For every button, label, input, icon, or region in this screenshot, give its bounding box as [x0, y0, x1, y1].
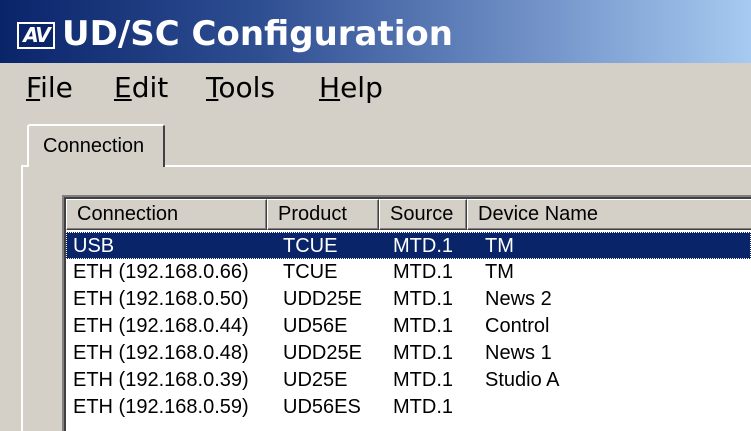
- cell-device-name: News 1: [485, 342, 552, 364]
- list-row[interactable]: ETH (192.168.0.50) UDD25E MTD.1 News 2: [66, 286, 751, 313]
- cell-source: MTD.1: [393, 235, 453, 257]
- cell-connection: ETH (192.168.0.50): [73, 288, 249, 310]
- window-title: UD/SC Configuration: [62, 14, 453, 54]
- tab-connection[interactable]: Connection: [27, 124, 165, 167]
- menu-tools-label: ools: [218, 71, 275, 104]
- list-row[interactable]: ETH (192.168.0.44) UD56E MTD.1 Control: [66, 313, 751, 340]
- column-header-product[interactable]: Product: [267, 199, 379, 230]
- cell-source: MTD.1: [393, 369, 453, 391]
- cell-source: MTD.1: [393, 396, 453, 418]
- cell-connection: ETH (192.168.0.39): [73, 369, 249, 391]
- list-row[interactable]: ETH (192.168.0.39) UD25E MTD.1 Studio A: [66, 367, 751, 394]
- menu-tools-mnemonic: T: [206, 71, 219, 104]
- list-row[interactable]: USB TCUE MTD.1 TM: [66, 232, 751, 259]
- cell-product: TCUE: [283, 235, 338, 257]
- menu-file-label: ile: [40, 71, 73, 104]
- cell-device-name: Studio A: [485, 369, 560, 391]
- cell-product: UD25E: [283, 369, 348, 391]
- app-logo-icon: AV: [17, 22, 55, 49]
- cell-product: UDD25E: [283, 288, 362, 310]
- cell-source: MTD.1: [393, 288, 453, 310]
- menu-bar: File Edit Tools Help: [0, 63, 751, 115]
- connection-list-frame: Connection Product Source Device Name US…: [64, 197, 751, 431]
- cell-connection: ETH (192.168.0.66): [73, 261, 249, 283]
- cell-product: TCUE: [283, 261, 338, 283]
- menu-edit-mnemonic: E: [114, 71, 132, 104]
- cell-device-name: News 2: [485, 288, 552, 310]
- cell-source: MTD.1: [393, 315, 453, 337]
- column-header-device-name[interactable]: Device Name: [467, 199, 751, 230]
- list-rows: USB TCUE MTD.1 TM ETH (192.168.0.66) TCU…: [66, 232, 751, 421]
- cell-product: UD56ES: [283, 396, 361, 418]
- cell-device-name: TM: [485, 261, 514, 283]
- menu-edit-label: dit: [131, 71, 169, 104]
- cell-source: MTD.1: [393, 342, 453, 364]
- menu-edit[interactable]: Edit: [112, 71, 170, 105]
- column-header-source[interactable]: Source: [379, 199, 467, 230]
- list-row[interactable]: ETH (192.168.0.66) TCUE MTD.1 TM: [66, 259, 751, 286]
- title-bar[interactable]: AV UD/SC Configuration: [0, 0, 751, 63]
- tab-connection-label: Connection: [43, 135, 145, 157]
- cell-source: MTD.1: [393, 261, 453, 283]
- list-row[interactable]: ETH (192.168.0.48) UDD25E MTD.1 News 1: [66, 340, 751, 367]
- cell-product: UD56E: [283, 315, 348, 337]
- menu-file[interactable]: File: [24, 71, 75, 105]
- cell-connection: ETH (192.168.0.59): [73, 396, 249, 418]
- cell-connection: USB: [73, 235, 115, 257]
- connection-list[interactable]: Connection Product Source Device Name US…: [62, 195, 751, 431]
- list-header: Connection Product Source Device Name: [66, 199, 751, 230]
- menu-help-label: elp: [340, 71, 383, 104]
- menu-file-mnemonic: F: [26, 71, 41, 104]
- cell-device-name: Control: [485, 315, 550, 337]
- menu-tools[interactable]: Tools: [204, 71, 277, 105]
- cell-device-name: TM: [485, 235, 514, 257]
- column-header-connection[interactable]: Connection: [66, 199, 267, 230]
- cell-connection: ETH (192.168.0.48): [73, 342, 249, 364]
- menu-help[interactable]: Help: [317, 71, 385, 105]
- cell-connection: ETH (192.168.0.44): [73, 315, 249, 337]
- list-row[interactable]: ETH (192.168.0.59) UD56ES MTD.1: [66, 394, 751, 421]
- menu-help-mnemonic: H: [319, 71, 341, 104]
- cell-product: UDD25E: [283, 342, 362, 364]
